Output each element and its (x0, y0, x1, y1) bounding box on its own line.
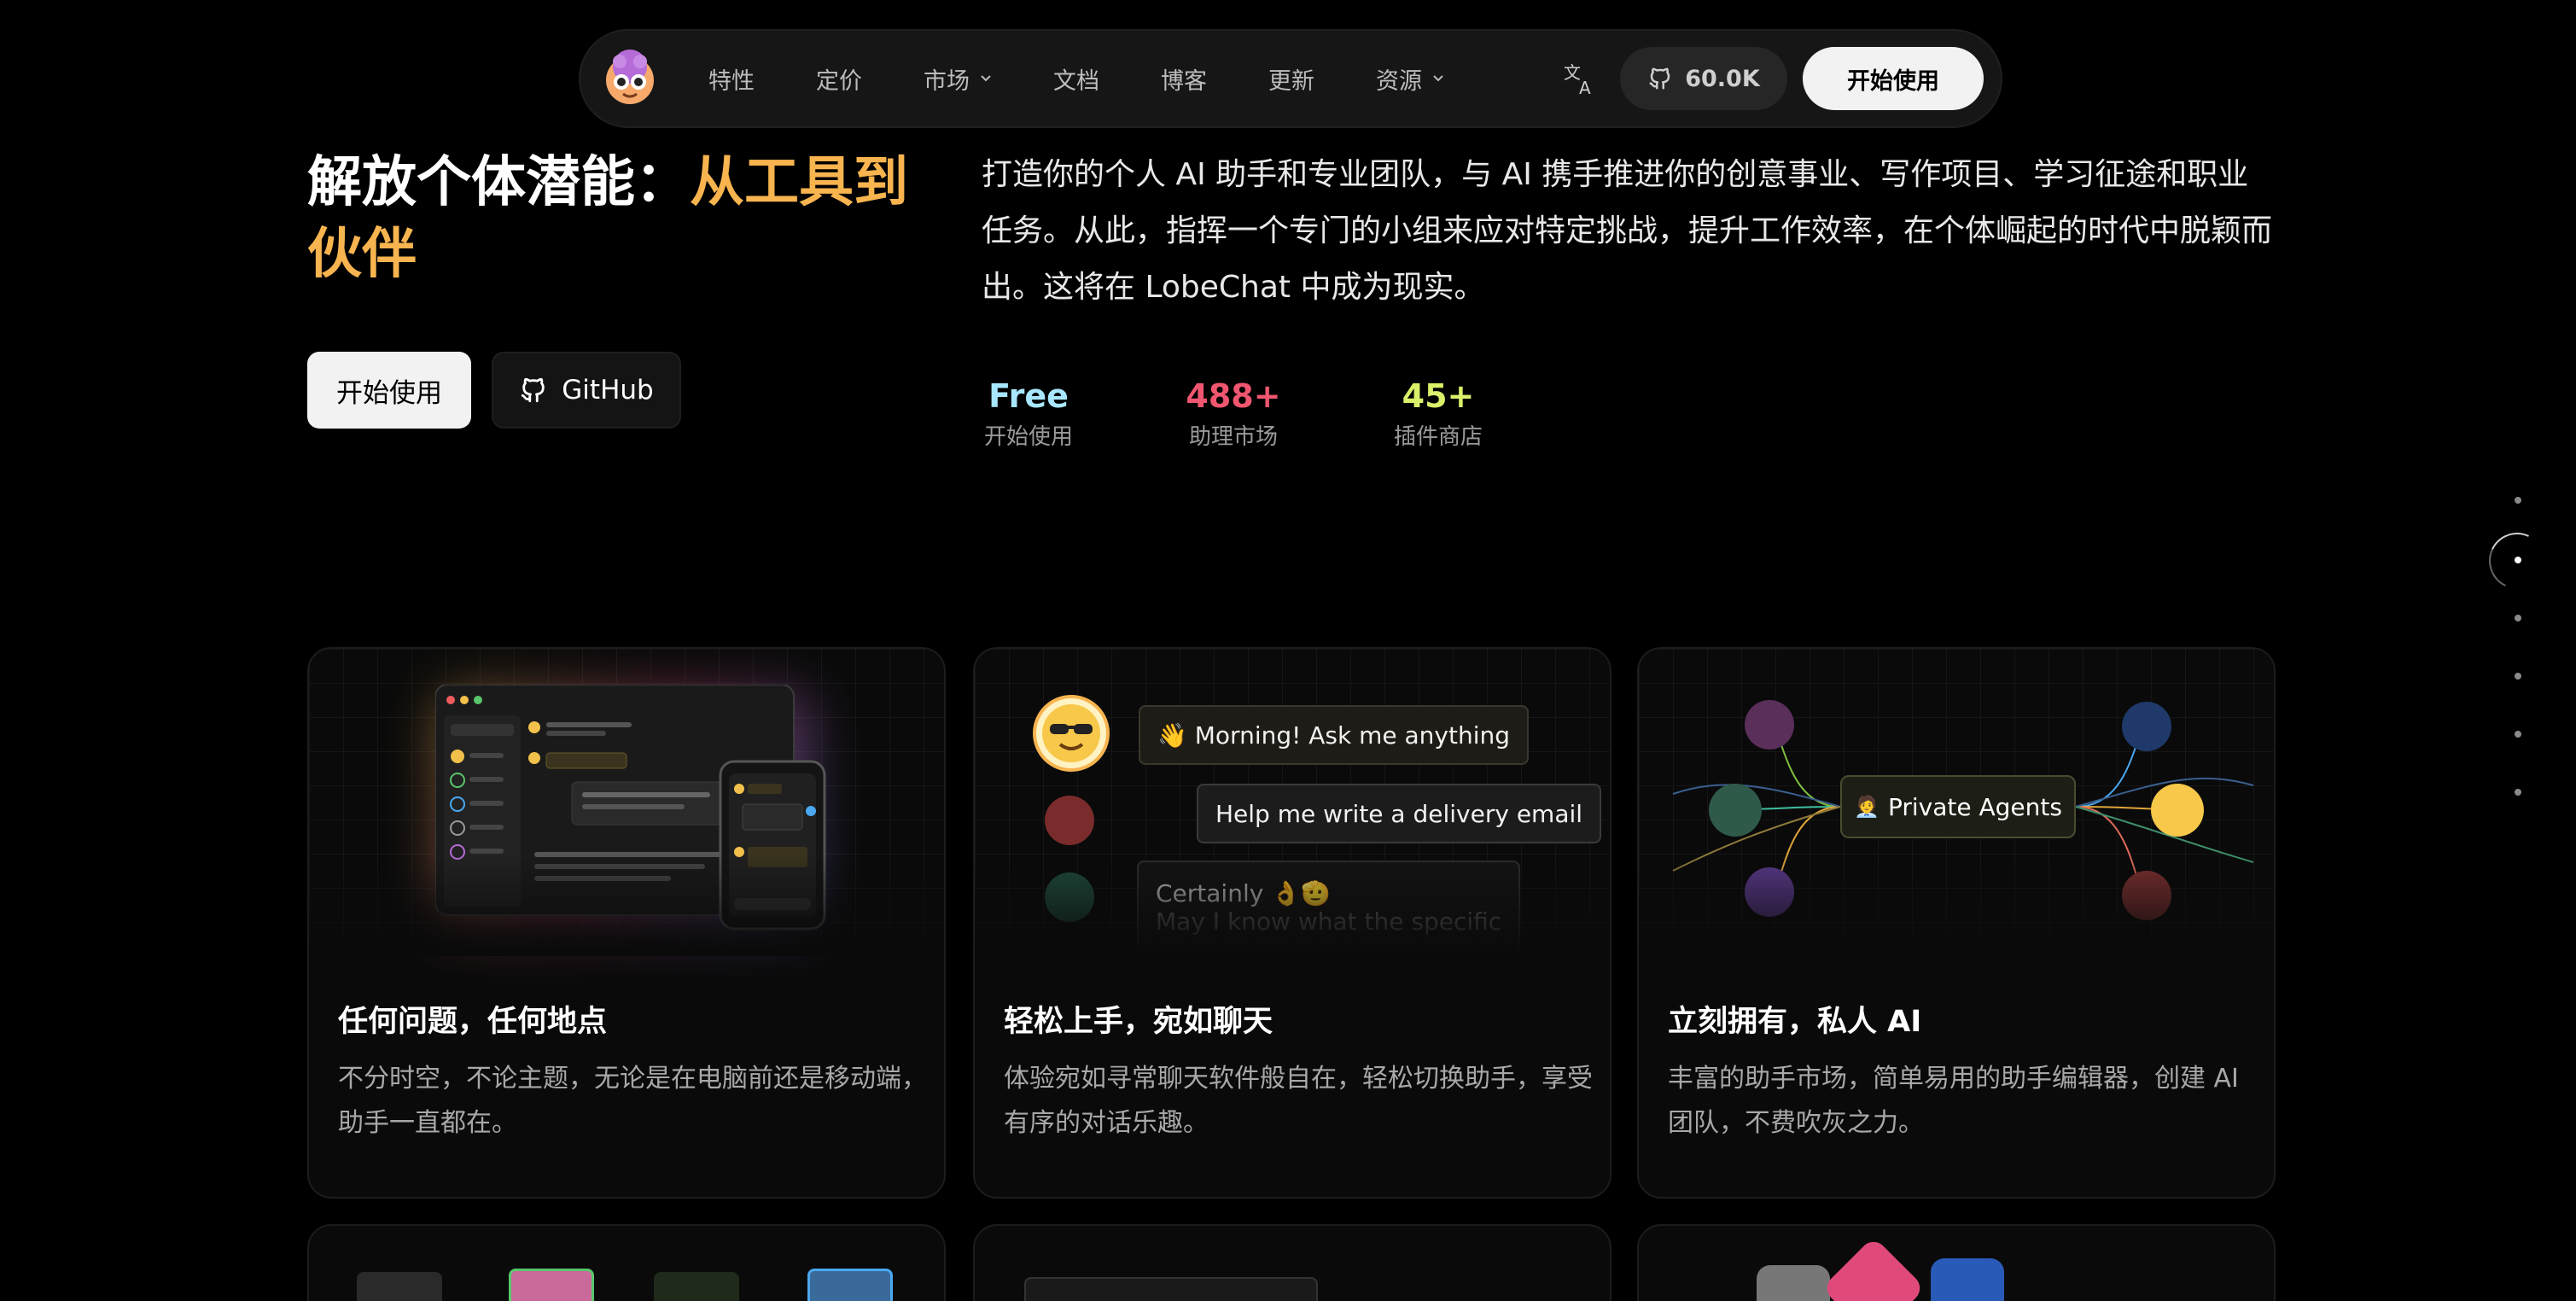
bot-avatar-icon (1045, 872, 1094, 922)
hero-start-button[interactable]: 开始使用 (307, 352, 471, 429)
nav-link-pricing[interactable]: 定价 (816, 62, 862, 96)
hero-title: 解放个体潜能：从工具到伙伴 (307, 147, 930, 290)
nav-start-button[interactable]: 开始使用 (1803, 47, 1984, 110)
chat-bubble-preview (1024, 1277, 1318, 1301)
section-dot[interactable] (2515, 615, 2521, 621)
stat-value: Free (988, 377, 1069, 415)
bilibili-icon (1821, 1236, 1926, 1301)
chevron-down-icon (1433, 75, 1443, 82)
card-title: 立刻拥有，私人 AI (1668, 1005, 1922, 1039)
section-dot-active[interactable] (2515, 557, 2521, 563)
section-dot[interactable] (2515, 789, 2521, 796)
chat-reply-subtext: May I know what the specific (1156, 907, 1502, 936)
stat-label: 插件商店 (1393, 424, 1483, 450)
translate-icon[interactable]: 文 A (1560, 60, 1598, 97)
stat-free: Free 开始使用 (956, 372, 1101, 454)
sunglasses-avatar-icon (2151, 784, 2204, 837)
feature-card-anywhere: 任何问题，任何地点 不分时空，不论主题，无论是在电脑前还是移动端，助手一直都在。 (307, 647, 946, 1199)
github-stars-button[interactable]: 60.0K (1620, 47, 1787, 110)
card-title: 任何问题，任何地点 (338, 1005, 608, 1039)
nav-link-features[interactable]: 特性 (708, 62, 755, 96)
eye-avatar-icon (2122, 702, 2171, 751)
nav-link-market[interactable]: 市场 (924, 62, 992, 96)
image-thumbnail (357, 1272, 442, 1301)
app-icon (1757, 1265, 1830, 1301)
image-thumbnail (807, 1269, 893, 1301)
flask-avatar-icon (1045, 796, 1094, 845)
feature-card-private-ai: 🧑‍💼 Private Agents 立刻拥有，私人 AI 丰富的助手市场，简单… (1637, 647, 2276, 1199)
facebook-icon (1931, 1258, 2004, 1301)
card-title: 轻松上手，宛如聊天 (1004, 1005, 1273, 1039)
chat-reply-text: Certainly 👌🫡 (1156, 879, 1331, 907)
ribbon-avatar-icon (1745, 700, 1794, 750)
agent-icon: 🧑‍💼 (1854, 795, 1880, 819)
hero-title-main: 解放个体潜能： (307, 151, 690, 214)
stat-plugins: 45+ 插件商店 (1366, 372, 1511, 454)
feature-card-next-1 (307, 1224, 946, 1301)
chat-message-request: Help me write a delivery email (1197, 784, 1602, 843)
devices-illustration (309, 649, 944, 956)
private-agents-pill: 🧑‍💼 Private Agents (1840, 775, 2076, 838)
top-nav: 特性 定价 市场 文档 博客 更新 资源 文 A 60.0K 开始使用 (579, 29, 2002, 128)
stat-label: 开始使用 (983, 424, 1073, 450)
hero-github-label: GitHub (562, 375, 654, 405)
image-thumbnail (654, 1272, 739, 1301)
section-dot[interactable] (2515, 731, 2521, 738)
svg-text:A: A (1579, 78, 1591, 96)
chat-illustration: 👋 Morning! Ask me anything Help me write… (975, 649, 1610, 956)
stat-value: 45+ (1402, 377, 1475, 415)
card-description: 体验宛如寻常聊天软件般自在，轻松切换助手，享受有序的对话乐趣。 (1004, 1064, 1593, 1138)
hero-description: 打造你的个人 AI 助手和专业团队，与 AI 携手推进你的创意事业、写作项目、学… (982, 157, 2273, 305)
github-stars-count: 60.0K (1685, 65, 1760, 92)
stat-label: 助理市场 (1188, 424, 1278, 450)
hero-github-button[interactable]: GitHub (492, 352, 681, 429)
nav-link-changelog[interactable]: 更新 (1268, 62, 1314, 96)
nav-link-docs[interactable]: 文档 (1053, 62, 1099, 96)
nav-link-blog[interactable]: 博客 (1161, 62, 1207, 96)
chat-message-reply: Certainly 👌🫡 May I know what the specifi… (1137, 861, 1521, 954)
card-description: 丰富的助手市场，简单易用的助手编辑器，创建 AI 团队，不费吹灰之力。 (1668, 1064, 2239, 1138)
feature-card-next-2 (973, 1224, 1611, 1301)
svg-text:文: 文 (1564, 62, 1581, 83)
agents-network-illustration: 🧑‍💼 Private Agents (1639, 649, 2274, 956)
github-icon (522, 377, 545, 403)
feature-card-chat: 👋 Morning! Ask me anything Help me write… (973, 647, 1611, 1199)
hero-start-label: 开始使用 (336, 377, 442, 409)
card-description: 不分时空，不论主题，无论是在电脑前还是移动端，助手一直都在。 (338, 1064, 927, 1138)
sparkles-avatar-icon (1745, 867, 1794, 917)
chat-message-greeting: 👋 Morning! Ask me anything (1139, 705, 1529, 765)
lobe-logo-icon[interactable] (601, 50, 659, 108)
sunglasses-emoji-avatar (1033, 695, 1110, 772)
palette-avatar-icon (2122, 871, 2171, 920)
nav-link-resources[interactable]: 资源 (1376, 62, 1444, 96)
stat-value: 488+ (1186, 377, 1281, 415)
github-icon (1649, 67, 1670, 90)
feature-card-next-3 (1637, 1224, 2276, 1301)
image-thumbnail (509, 1269, 594, 1301)
section-dot[interactable] (2515, 497, 2521, 504)
chevron-down-icon (981, 75, 991, 82)
wizard-avatar-icon (1709, 784, 1762, 837)
stat-agents: 488+ 助理市场 (1161, 372, 1306, 454)
section-dot[interactable] (2515, 673, 2521, 680)
private-agents-label: Private Agents (1887, 792, 2062, 821)
